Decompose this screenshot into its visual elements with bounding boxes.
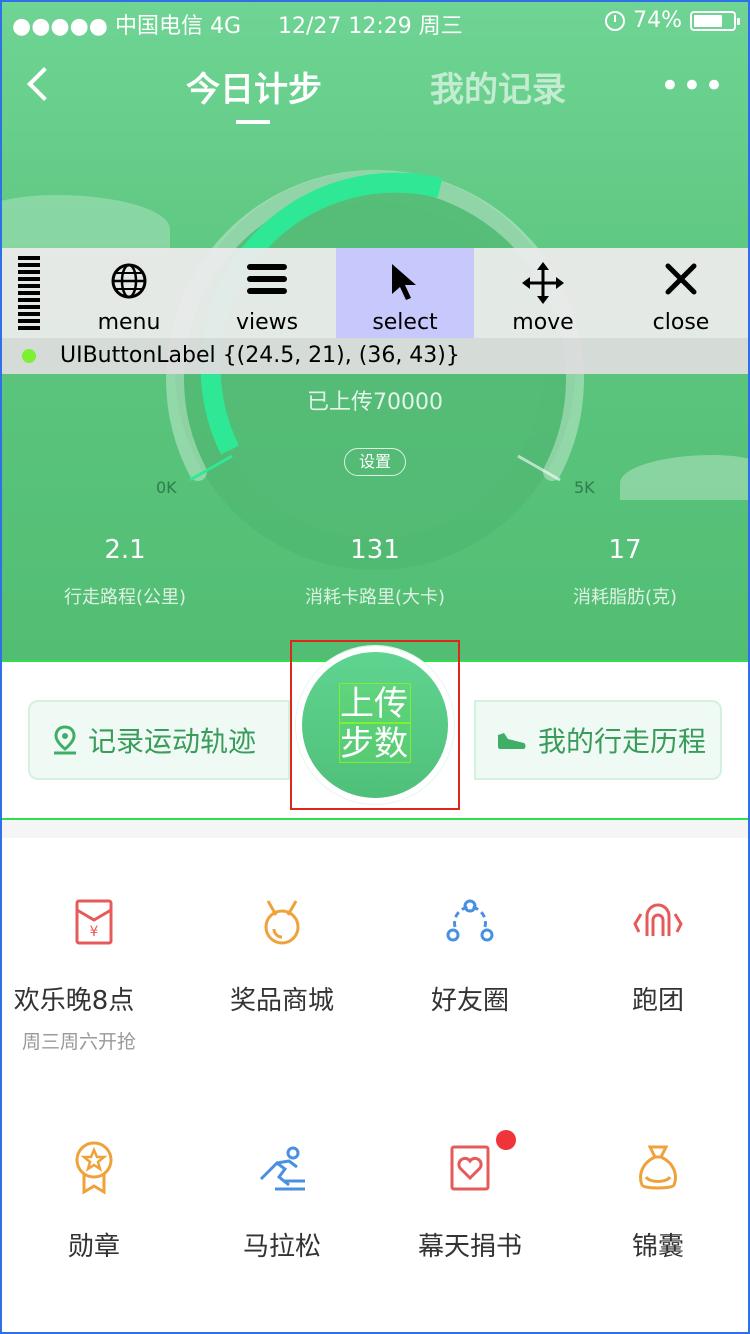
grid-item-label: 好友圈	[430, 986, 509, 1016]
debug-button-label: menu	[97, 310, 161, 335]
drag-handle-icon[interactable]	[18, 256, 40, 332]
grid-item-label: 奖品商城	[229, 986, 334, 1016]
stat-calories: 131 消耗卡路里(大卡)	[265, 535, 485, 609]
debug-close-button[interactable]: close	[612, 248, 750, 338]
grid-item-label: 跑团	[631, 986, 684, 1016]
red-envelope-icon: ¥	[75, 899, 113, 945]
selection-guide-line	[0, 818, 750, 820]
nav-bar: 今日计步 我的记录 •••	[0, 52, 750, 132]
cursor-arrow-icon	[392, 264, 416, 300]
stat-label: 消耗卡路里(大卡)	[304, 587, 446, 608]
stat-distance: 2.1 行走路程(公里)	[15, 535, 235, 609]
settings-button[interactable]: 设置	[344, 448, 406, 476]
grid-item-sublabel: 周三周六开抢	[21, 1031, 136, 1053]
stat-fat: 17 消耗脂肪(克)	[515, 535, 735, 609]
tab-today-steps[interactable]: 今日计步	[186, 62, 322, 111]
badge-icon	[75, 1141, 113, 1195]
alarm-icon	[605, 10, 626, 31]
debug-button-label: move	[512, 310, 574, 335]
stat-value: 2.1	[104, 535, 146, 565]
status-right: 74%	[605, 8, 740, 33]
friends-circle-icon	[446, 899, 494, 942]
status-dot-icon	[22, 349, 36, 363]
debug-info-text: UIButtonLabel {(24.5, 21), (36, 43)}	[60, 343, 460, 368]
shoe-icon	[498, 733, 526, 749]
upload-steps-label: 上传 步数	[339, 683, 411, 764]
status-bar: ●●●●● 中国电信 4G 12/27 12:29 周三 74%	[0, 0, 750, 42]
back-chevron-icon[interactable]	[27, 67, 61, 101]
money-bag-icon	[639, 1145, 677, 1190]
record-track-label: 记录运动轨迹	[88, 725, 257, 758]
uploaded-steps-label: 已上传70000	[307, 390, 443, 415]
stat-label: 行走路程(公里)	[63, 587, 187, 608]
debug-button-label: close	[652, 310, 710, 335]
upload-label-line2: 步数	[339, 723, 411, 764]
datetime-label: 12/27 12:29 周三	[278, 14, 463, 39]
grid-item-badges[interactable]: 勋章	[0, 1138, 188, 1263]
grid-item-friends-circle[interactable]: 好友圈	[376, 892, 564, 1017]
close-x-icon	[665, 263, 697, 295]
stat-value: 17	[608, 535, 642, 565]
upload-label-line1: 上传	[339, 683, 411, 724]
record-track-button[interactable]: 记录运动轨迹	[28, 700, 290, 780]
debug-move-button[interactable]: move	[474, 248, 612, 338]
grid-item-marathon[interactable]: 马拉松	[188, 1138, 376, 1263]
grid-item-running-group[interactable]: 跑团	[564, 892, 750, 1017]
hamburger-icon	[247, 264, 287, 294]
svg-text:¥: ¥	[90, 924, 99, 940]
move-arrows-icon	[522, 262, 564, 304]
more-icon[interactable]: •••	[660, 69, 726, 103]
running-group-icon	[633, 903, 683, 936]
grid-item-label: 欢乐晚8点	[13, 986, 135, 1016]
debug-views-button[interactable]: views	[198, 248, 336, 338]
debug-menu-button[interactable]: menu	[60, 248, 198, 338]
debug-toolbar: menu views select move close	[0, 248, 750, 338]
debug-select-button[interactable]: select	[336, 248, 474, 338]
walking-history-button[interactable]: 我的行走历程	[474, 700, 722, 780]
debug-button-label: views	[235, 310, 299, 335]
grid-item-label: 马拉松	[242, 1232, 321, 1262]
grid-item-label: 幕天捐书	[417, 1232, 522, 1262]
walking-history-label: 我的行走历程	[538, 725, 707, 758]
battery-percent: 74%	[633, 8, 682, 33]
globe-icon	[111, 263, 147, 299]
battery-icon	[690, 10, 740, 31]
location-pin-icon	[54, 725, 76, 755]
section-divider	[0, 820, 750, 838]
medal-icon	[264, 900, 300, 945]
grid-item-book-donation[interactable]: 幕天捐书	[376, 1130, 564, 1263]
gauge-min-label: 0K	[156, 478, 177, 497]
notification-badge	[496, 1130, 516, 1150]
grid-item-happy-8pm[interactable]: ¥ 欢乐晚8点 周三周六开抢	[0, 892, 188, 1054]
grid-item-label: 锦囊	[631, 1232, 684, 1262]
debug-info-bar: UIButtonLabel {(24.5, 21), (36, 43)}	[0, 338, 750, 374]
stat-label: 消耗脂肪(克)	[572, 587, 678, 608]
grid-item-tips-bag[interactable]: 锦囊	[564, 1138, 750, 1263]
runner-icon	[259, 1146, 305, 1191]
grid-item-prize-mall[interactable]: 奖品商城	[188, 892, 376, 1017]
stat-value: 131	[350, 535, 400, 565]
debug-button-label: select	[372, 310, 438, 335]
carrier-label: ●●●●● 中国电信 4G	[12, 14, 242, 39]
tab-indicator	[236, 120, 270, 124]
heart-book-icon	[450, 1145, 490, 1191]
gauge-max-label: 5K	[574, 478, 595, 497]
tab-my-records[interactable]: 我的记录	[430, 62, 566, 111]
grid-item-label: 勋章	[67, 1232, 120, 1262]
